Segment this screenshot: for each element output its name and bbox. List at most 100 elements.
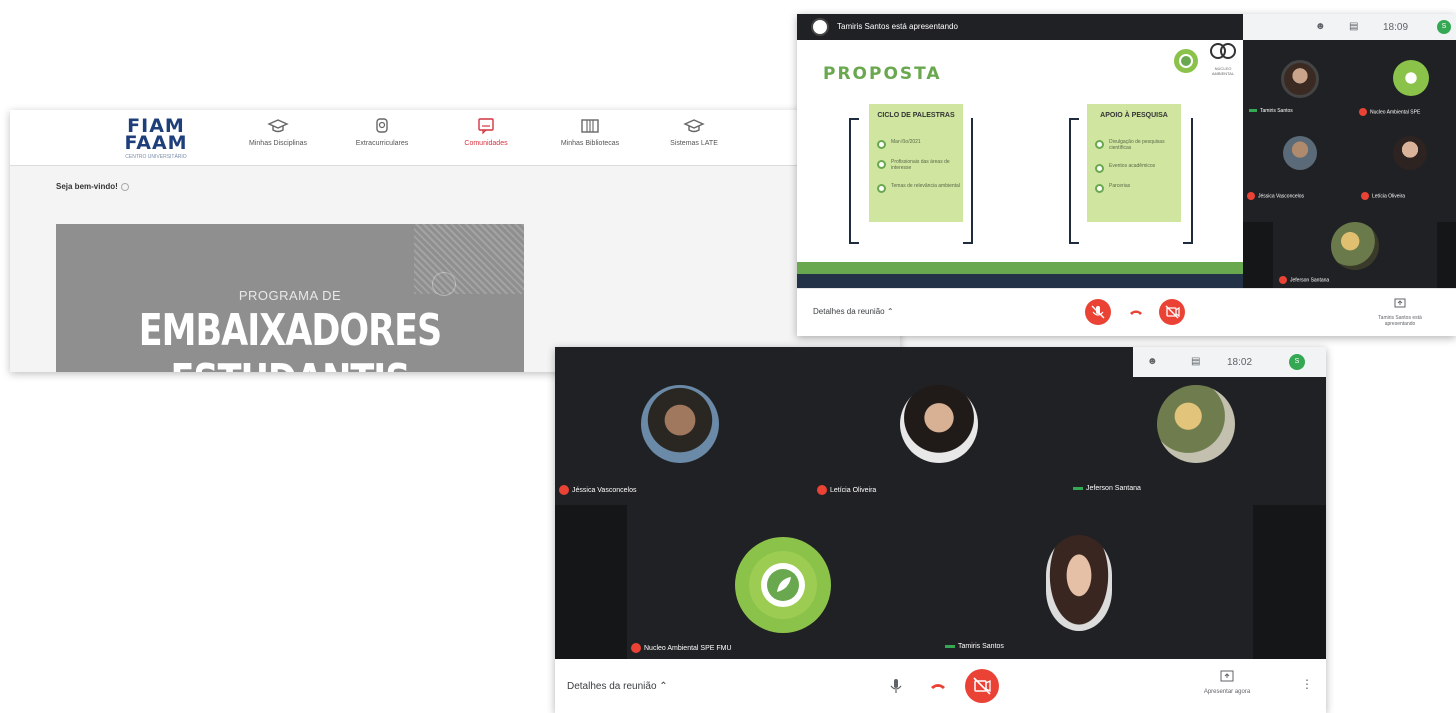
avatar-jeferson[interactable] (1331, 222, 1379, 270)
collage: FIAM FAAM CENTRO UNIVERSITÁRIO Minhas Di… (0, 0, 1456, 713)
participant-name: Nucleo Ambiental SPE (1359, 108, 1420, 116)
participant-name: Letícia Oliveira (817, 485, 876, 495)
avatar-tamiris[interactable] (1281, 60, 1319, 98)
people-icon[interactable]: ☻ (1315, 21, 1326, 32)
hangup-button[interactable] (923, 671, 953, 701)
nav-minhas-disciplinas[interactable]: Minhas Disciplinas (230, 116, 326, 147)
card-item: Temas de relevância ambiental (877, 182, 961, 200)
mic-off-icon (1361, 192, 1369, 200)
bullet-icon (877, 184, 886, 193)
user-avatar[interactable]: S (1437, 20, 1451, 34)
meet-grid-window: ☻ ▤ 18:02 S Jéssica Vasconcelos Letícia … (555, 347, 1326, 713)
bullet-icon (877, 140, 886, 149)
participant-name: Tamiris Santos (945, 643, 1004, 650)
mic-on-icon (1249, 109, 1257, 113)
mic-toggle-button[interactable] (1085, 299, 1111, 325)
card-apoio-pesquisa: APOIO À PESQUISA Divulgação de pesquisas… (1087, 104, 1181, 222)
mic-off-icon (631, 643, 641, 653)
nav-label: Sistemas LATE (670, 140, 718, 147)
user-avatar[interactable]: S (1289, 354, 1305, 370)
participant-name: Jeferson Santana (1073, 485, 1141, 492)
chevron-up-icon: ⌃ (886, 307, 894, 316)
dark-panel (1243, 222, 1273, 288)
dark-panel (1437, 222, 1456, 288)
card-item: Mar√ßo/2021 (877, 138, 961, 156)
fiam-faam-logo[interactable]: FIAM FAAM CENTRO UNIVERSITÁRIO (114, 117, 198, 161)
present-now-button[interactable]: Apresentar agora (1197, 669, 1257, 695)
clock-time: 18:09 (1383, 22, 1409, 33)
banner-title: EMBAIXADORES ESTUDANTIS (138, 306, 442, 372)
mic-on-icon (1073, 486, 1083, 490)
avatar-tamiris[interactable] (1046, 535, 1112, 631)
hangup-button[interactable] (1123, 299, 1149, 325)
bracket-left (849, 118, 859, 244)
present-status-button[interactable]: Tamiris Santos está apresentando (1365, 295, 1435, 327)
presenter-avatar (811, 18, 829, 36)
more-options-icon[interactable]: ⋮ (1301, 677, 1313, 691)
nav-label: Extracurriculares (355, 140, 409, 147)
logo-line-2: FAAM (124, 132, 188, 154)
mic-off-icon (1091, 305, 1105, 319)
logo-caption: NÚCLEO AMBIENTAL (1211, 66, 1235, 76)
mic-off-icon (1279, 276, 1287, 284)
avatar-nucleo[interactable] (1393, 60, 1429, 96)
participant-name: Jéssica Vasconcelos (559, 485, 636, 495)
avatar-jessica[interactable] (641, 385, 719, 463)
chat-icon[interactable]: ▤ (1349, 21, 1358, 32)
card-heading: APOIO À PESQUISA (1100, 112, 1168, 119)
logo-tagline: CENTRO UNIVERSITÁRIO (125, 154, 187, 160)
nav-comunidades[interactable]: Comunidades (438, 116, 534, 147)
camera-toggle-button[interactable] (1159, 299, 1185, 325)
avatar-jeferson[interactable] (1157, 385, 1235, 463)
avatar-jessica[interactable] (1283, 136, 1317, 170)
bullet-icon (1095, 184, 1104, 193)
student-portal-screenshot: FIAM FAAM CENTRO UNIVERSITÁRIO Minhas Di… (10, 110, 900, 372)
participant-name: Letícia Oliveira (1361, 192, 1405, 200)
present-screen-icon (1220, 670, 1234, 682)
presenter-bar: Tamiris Santos está apresentando (797, 14, 1243, 40)
chevron-up-icon: ⌃ (659, 681, 668, 692)
welcome-message: Seja bem-vindo! (56, 182, 129, 191)
info-icon[interactable] (120, 182, 129, 191)
badge-icon (334, 116, 430, 138)
avatar-leticia[interactable] (900, 385, 978, 463)
present-screen-icon (1394, 298, 1406, 308)
avatar-leticia[interactable] (1393, 136, 1427, 170)
meeting-details-button[interactable]: Detalhes da reunião ⌃ (567, 681, 668, 692)
avatar-nucleo[interactable] (735, 537, 831, 633)
chat-icon (438, 116, 534, 138)
nav-label: Comunidades (464, 140, 508, 147)
presentation-slide: PROPOSTA NÚCLEO AMBIENTAL CICLO DE PALES… (797, 40, 1243, 288)
camera-off-icon (1165, 305, 1180, 319)
slide-green-stripe (797, 262, 1243, 274)
meet-control-bar: Detalhes da reunião ⌃ Apresentar agora ⋮ (555, 659, 1326, 713)
graduation-cap-icon (230, 116, 326, 138)
nav-minhas-bibliotecas[interactable]: Minhas Bibliotecas (542, 116, 638, 147)
camera-toggle-button[interactable] (965, 669, 999, 703)
card-item: Eventos acadêmicos (1095, 162, 1179, 180)
camera-off-icon (973, 677, 991, 695)
nav-extracurriculares[interactable]: Extracurriculares (334, 116, 430, 147)
banner-pattern (414, 224, 524, 294)
card-item: Profissionais das áreas de interesse (877, 158, 961, 176)
mic-off-icon (817, 485, 827, 495)
nav-label: Minhas Bibliotecas (560, 140, 620, 147)
bracket-right (1183, 118, 1193, 244)
participant-name: Tamiris Santos (1249, 108, 1293, 114)
mic-on-icon (945, 644, 955, 648)
ambassadors-banner[interactable]: PROGRAMA DE EMBAIXADORES ESTUDANTIS (56, 224, 524, 372)
phone-hangup-icon (931, 684, 945, 689)
bullet-icon (1095, 164, 1104, 173)
bullet-icon (877, 160, 886, 169)
present-label: Tamiris Santos está apresentando (1378, 315, 1422, 327)
meet-status-bar: ☻ ▤ 18:09 S (1243, 14, 1456, 40)
nav-sistemas-late[interactable]: Sistemas LATE (646, 116, 742, 147)
card-ciclo-palestras: CICLO DE PALESTRAS Mar√ßo/2021 Profissio… (869, 104, 963, 222)
chat-icon[interactable]: ▤ (1191, 356, 1200, 367)
meeting-details-button[interactable]: Detalhes da reunião ⌃ (813, 307, 894, 316)
clock-time: 18:02 (1227, 357, 1253, 368)
mic-toggle-button[interactable] (881, 671, 911, 701)
meet-control-bar: Detalhes da reunião ⌃ Tamiris Santos est… (797, 288, 1456, 336)
gear-leaf-icon (749, 551, 817, 619)
people-icon[interactable]: ☻ (1147, 356, 1158, 367)
